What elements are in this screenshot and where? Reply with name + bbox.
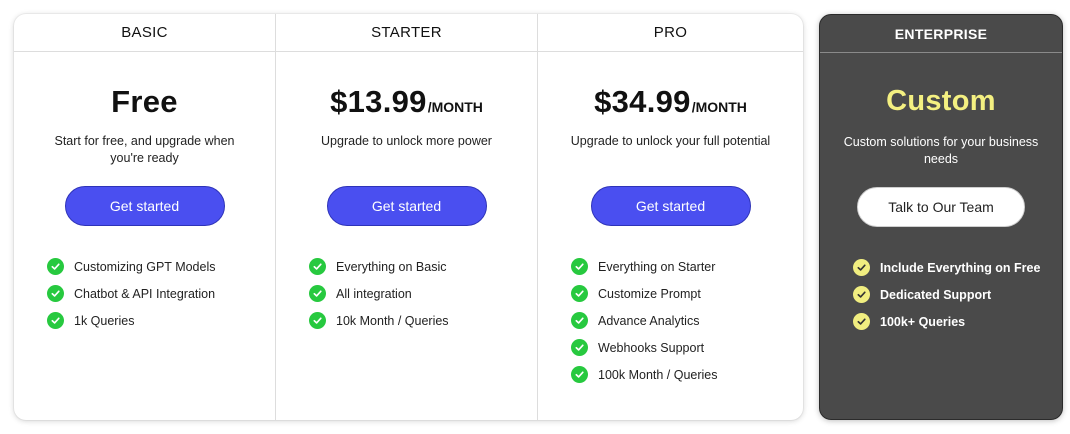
feature-item: Dedicated Support <box>853 281 1040 308</box>
feature-item: Customize Prompt <box>571 280 718 307</box>
feature-item: Advance Analytics <box>571 307 718 334</box>
plan-price: $34.99/MONTH <box>538 84 803 124</box>
price-amount: Custom <box>886 85 996 117</box>
check-circle-icon <box>571 258 588 275</box>
feature-label: Chatbot & API Integration <box>74 286 216 301</box>
plan-name: ENTERPRISE <box>820 15 1062 53</box>
pricing-section: BASIC Free Start for free, and upgrade w… <box>0 0 1070 434</box>
feature-list: Include Everything on Free Dedicated Sup… <box>853 254 1040 335</box>
feature-label: Include Everything on Free <box>880 260 1041 275</box>
check-circle-icon <box>47 312 64 329</box>
feature-label: Webhooks Support <box>598 340 705 355</box>
plan-name: PRO <box>538 14 803 52</box>
price-period: /MONTH <box>691 99 747 115</box>
check-circle-icon <box>47 258 64 275</box>
plan-description: Start for free, and upgrade when you're … <box>54 134 235 165</box>
check-circle-icon <box>571 366 588 383</box>
feature-item: 100k+ Queries <box>853 308 1040 335</box>
feature-label: Customizing GPT Models <box>74 259 216 274</box>
price-amount: $34.99 <box>594 84 691 119</box>
plan-price: $13.99/MONTH <box>276 84 537 124</box>
feature-label: Customize Prompt <box>598 286 701 301</box>
price-amount: Free <box>111 84 178 119</box>
plan-description: Upgrade to unlock more power <box>321 134 492 148</box>
get-started-button[interactable]: Get started <box>326 186 487 226</box>
feature-item: Everything on Starter <box>571 253 718 280</box>
feature-label: 10k Month / Queries <box>336 313 449 328</box>
feature-item: 1k Queries <box>47 307 216 334</box>
feature-label: Everything on Basic <box>336 259 447 274</box>
price-period: /MONTH <box>427 99 483 115</box>
plan-price: Free <box>14 84 275 124</box>
plan-enterprise: ENTERPRISE Custom Custom solutions for y… <box>819 14 1063 420</box>
pricing-card-group: BASIC Free Start for free, and upgrade w… <box>14 14 803 420</box>
feature-item: All integration <box>309 280 449 307</box>
get-started-button[interactable]: Get started <box>590 186 751 226</box>
feature-label: All integration <box>336 286 412 301</box>
price-amount: $13.99 <box>330 84 427 119</box>
feature-label: 1k Queries <box>74 313 135 328</box>
check-circle-icon <box>571 285 588 302</box>
check-circle-icon <box>309 258 326 275</box>
check-circle-icon <box>309 312 326 329</box>
plan-basic: BASIC Free Start for free, and upgrade w… <box>14 14 276 420</box>
feature-list: Everything on Basic All integration 10k … <box>309 253 449 334</box>
talk-to-team-button[interactable]: Talk to Our Team <box>857 187 1025 227</box>
plan-starter: STARTER $13.99/MONTH Upgrade to unlock m… <box>276 14 538 420</box>
get-started-button[interactable]: Get started <box>64 186 225 226</box>
plan-price: Custom <box>820 85 1062 125</box>
feature-item: 10k Month / Queries <box>309 307 449 334</box>
plan-description: Custom solutions for your business needs <box>843 135 1039 166</box>
plan-description: Upgrade to unlock your full potential <box>570 134 771 148</box>
feature-label: Everything on Starter <box>598 259 716 274</box>
check-circle-icon <box>571 339 588 356</box>
feature-item: Include Everything on Free <box>853 254 1040 281</box>
check-circle-icon <box>853 313 870 330</box>
feature-label: 100k Month / Queries <box>598 367 718 382</box>
feature-item: Webhooks Support <box>571 334 718 361</box>
feature-list: Everything on Starter Customize Prompt A… <box>571 253 718 388</box>
plan-name: STARTER <box>276 14 537 52</box>
feature-list: Customizing GPT Models Chatbot & API Int… <box>47 253 216 334</box>
feature-label: Dedicated Support <box>880 287 992 302</box>
plan-pro: PRO $34.99/MONTH Upgrade to unlock your … <box>538 14 803 420</box>
feature-item: Customizing GPT Models <box>47 253 216 280</box>
check-circle-icon <box>47 285 64 302</box>
feature-item: 100k Month / Queries <box>571 361 718 388</box>
feature-item: Everything on Basic <box>309 253 449 280</box>
feature-label: Advance Analytics <box>598 313 700 328</box>
check-circle-icon <box>309 285 326 302</box>
feature-item: Chatbot & API Integration <box>47 280 216 307</box>
check-circle-icon <box>571 312 588 329</box>
check-circle-icon <box>853 286 870 303</box>
plan-name: BASIC <box>14 14 275 52</box>
feature-label: 100k+ Queries <box>880 314 966 329</box>
check-circle-icon <box>853 259 870 276</box>
